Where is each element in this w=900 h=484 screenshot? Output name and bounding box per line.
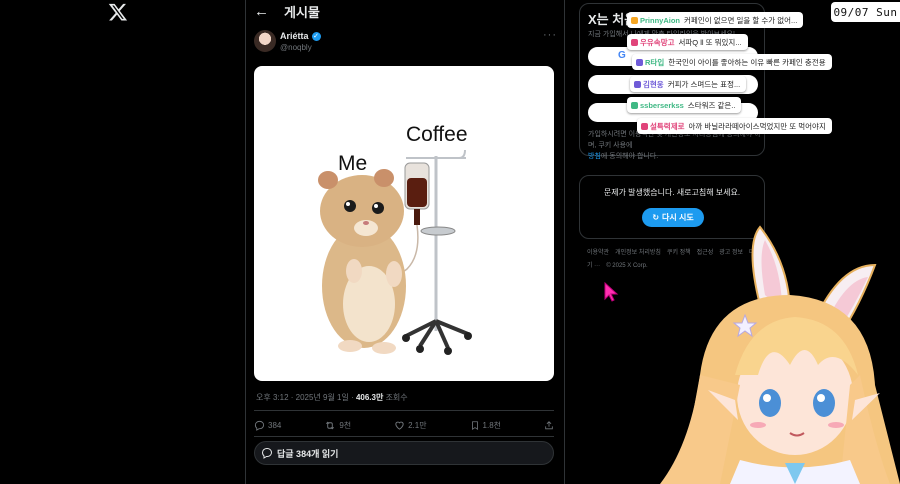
arrow-left-icon[interactable]: ←	[254, 3, 270, 20]
reply-icon	[254, 420, 265, 431]
author-handle[interactable]: @noqbly	[280, 43, 312, 52]
x-logo-icon[interactable]	[108, 2, 128, 22]
badge-icon	[634, 80, 641, 88]
chat-username: ssberserkss	[640, 100, 684, 110]
bookmark-button[interactable]: 1.8천	[470, 420, 501, 431]
chat-message: ssberserkss 스타워즈 같은..	[627, 97, 742, 113]
chat-text: 커피가 스며드는 표정...	[667, 79, 741, 89]
badge-icon	[636, 58, 643, 66]
chat-text: 한국인이 아이를 좋아하는 이유 빠른 카페인 충전용	[668, 57, 826, 67]
chat-message: R타입 한국인이 아이를 좋아하는 이유 빠른 카페인 충전용	[632, 54, 832, 70]
vtuber-avatar	[660, 225, 900, 484]
chat-username: 김현웅	[643, 79, 664, 89]
repost-icon	[326, 421, 335, 429]
reply-count: 384	[268, 420, 282, 430]
views-count: 406.3만	[355, 393, 384, 402]
post-header: ← 게시물	[246, 0, 564, 22]
repost-button[interactable]: 9천	[324, 420, 351, 431]
reply-button[interactable]: 384	[254, 420, 281, 431]
chat-text: 커페인이 없으면 일을 할 수가 없어...	[684, 15, 798, 25]
like-count: 2.1만	[408, 420, 427, 430]
clock-widget: 09/07 Sun	[831, 2, 900, 22]
chat-text: 아까 바닐라라떼아이스먹었지만 또 먹어야지	[688, 121, 826, 131]
chat-message: 설특력제로 아까 바닐라라떼아이스먹었지만 또 먹어야지	[637, 118, 832, 134]
column-divider-left	[245, 0, 246, 484]
post-timestamp[interactable]: 오후 3:12 · 2025년 9월 1일 ·	[256, 393, 356, 402]
chat-username: R타입	[645, 57, 665, 67]
read-replies-label: 답글 384개 읽기	[277, 448, 339, 459]
divider	[254, 410, 554, 411]
share-button[interactable]	[544, 420, 554, 431]
verified-badge-icon: ✓	[311, 31, 321, 41]
privacy-policy-link[interactable]: 방침	[588, 153, 601, 160]
page-title: 게시물	[284, 4, 320, 20]
chat-message: PrinnyAion 커페인이 없으면 일을 할 수가 없어...	[627, 12, 804, 28]
refresh-icon: ↻	[652, 213, 660, 222]
hamster-iv-illustration	[318, 149, 472, 355]
post-image[interactable]: Coffee Me	[254, 66, 554, 381]
clock-date: 09/07 Sun	[833, 5, 898, 19]
badge-icon	[631, 16, 638, 24]
google-icon: G	[618, 50, 626, 61]
chat-username: PrinnyAion	[640, 15, 681, 25]
views-label: 조회수	[383, 393, 408, 402]
reply-icon	[261, 448, 273, 459]
error-message: 문제가 발생했습니다. 새로고침해 보세요.	[603, 188, 741, 197]
author-name-text: Ariétta	[280, 31, 309, 41]
author-name[interactable]: Ariétta ✓	[280, 31, 321, 41]
share-icon	[545, 420, 553, 429]
column-divider-right	[564, 0, 565, 484]
repost-count: 9천	[339, 420, 352, 430]
retry-label: 다시 시도	[662, 213, 694, 222]
avatar[interactable]	[254, 30, 276, 52]
chat-text: 서파Q ll 또 뭐있지...	[678, 37, 742, 47]
chat-message: 우유속망고 서파Q ll 또 뭐있지...	[627, 34, 748, 50]
ellipsis-icon[interactable]: ···	[543, 29, 557, 41]
divider	[254, 436, 554, 437]
badge-icon	[631, 38, 638, 46]
chat-username: 우유속망고	[640, 37, 675, 47]
badge-icon	[641, 122, 648, 130]
chat-message: 김현웅 커피가 스며드는 표정...	[630, 76, 747, 92]
post-actions: 384 9천 2.1만 1.8천	[254, 418, 554, 432]
footer-link[interactable]: 이용약관	[587, 250, 609, 256]
chat-username: 설특력제로	[650, 121, 685, 131]
bookmark-count: 1.8천	[482, 420, 501, 430]
signup-terms-text-2: 에 동의해야 합니다.	[600, 153, 659, 160]
heart-icon	[395, 421, 404, 430]
chat-text: 스타워즈 같은..	[687, 100, 736, 110]
cursor-icon	[604, 282, 619, 302]
post-meta: 오후 3:12 · 2025년 9월 1일 · 406.3만 조회수	[256, 392, 408, 403]
badge-icon	[631, 101, 638, 109]
read-replies-button[interactable]: 답글 384개 읽기	[254, 441, 554, 465]
like-button[interactable]: 2.1만	[394, 420, 427, 431]
bookmark-icon	[471, 420, 478, 430]
